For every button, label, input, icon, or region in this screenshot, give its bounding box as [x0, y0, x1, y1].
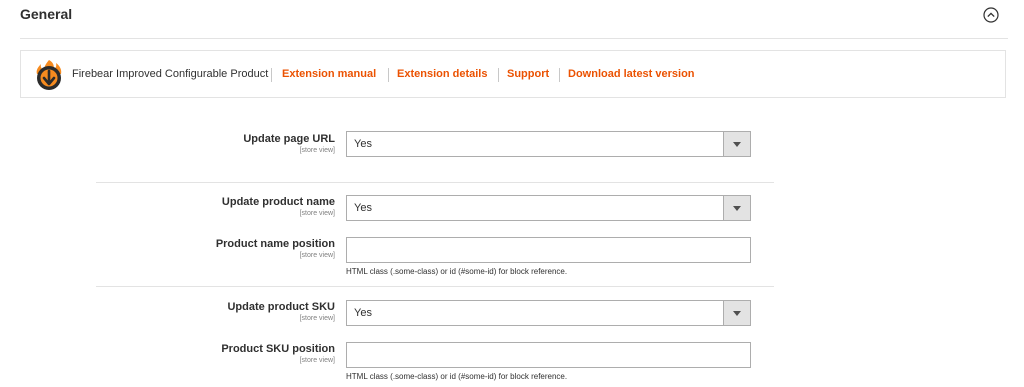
link-separator — [498, 68, 499, 82]
product-sku-position-note: HTML class (.some-class) or id (#some-id… — [346, 372, 568, 381]
support-link[interactable]: Support — [507, 68, 549, 80]
product-name-position-note: HTML class (.some-class) or id (#some-id… — [346, 267, 568, 276]
section-divider — [20, 38, 1008, 39]
section-title[interactable]: General — [20, 6, 72, 22]
update-page-url-value: Yes — [354, 138, 372, 150]
update-page-url-scope: [store view] — [299, 147, 335, 154]
product-sku-position-input[interactable] — [346, 342, 751, 368]
extension-banner: Firebear Improved Configurable Product E… — [20, 50, 1006, 98]
chevron-down-icon — [733, 311, 741, 316]
link-separator — [388, 68, 389, 82]
link-separator — [559, 68, 560, 82]
update-product-sku-label: Update product SKU — [227, 301, 335, 313]
dropdown-toggle[interactable] — [723, 132, 750, 156]
product-name-position-input[interactable] — [346, 237, 751, 263]
link-separator — [271, 68, 272, 82]
collapse-icon[interactable] — [983, 7, 999, 23]
update-page-url-label: Update page URL — [243, 133, 335, 145]
product-name-position-scope: [store view] — [299, 252, 335, 259]
update-product-name-value: Yes — [354, 202, 372, 214]
download-latest-version-link[interactable]: Download latest version — [568, 68, 695, 80]
extension-details-link[interactable]: Extension details — [397, 68, 487, 80]
chevron-down-icon — [733, 142, 741, 147]
product-name-position-label: Product name position — [215, 238, 335, 250]
product-sku-position-scope: [store view] — [299, 357, 335, 364]
extension-name: Firebear Improved Configurable Product — [72, 68, 269, 80]
update-product-name-select[interactable]: Yes — [346, 195, 751, 221]
firebear-logo-icon — [36, 60, 62, 90]
dropdown-toggle[interactable] — [723, 301, 750, 325]
update-product-sku-value: Yes — [354, 307, 372, 319]
extension-manual-link[interactable]: Extension manual — [282, 68, 376, 80]
update-page-url-select[interactable]: Yes — [346, 131, 751, 157]
dropdown-toggle[interactable] — [723, 196, 750, 220]
update-product-name-label: Update product name — [221, 196, 335, 208]
chevron-down-icon — [733, 206, 741, 211]
group-divider — [96, 286, 774, 287]
update-product-sku-scope: [store view] — [299, 315, 335, 322]
update-product-name-scope: [store view] — [299, 210, 335, 217]
product-sku-position-label: Product SKU position — [221, 343, 335, 355]
group-divider — [96, 182, 774, 183]
update-product-sku-select[interactable]: Yes — [346, 300, 751, 326]
